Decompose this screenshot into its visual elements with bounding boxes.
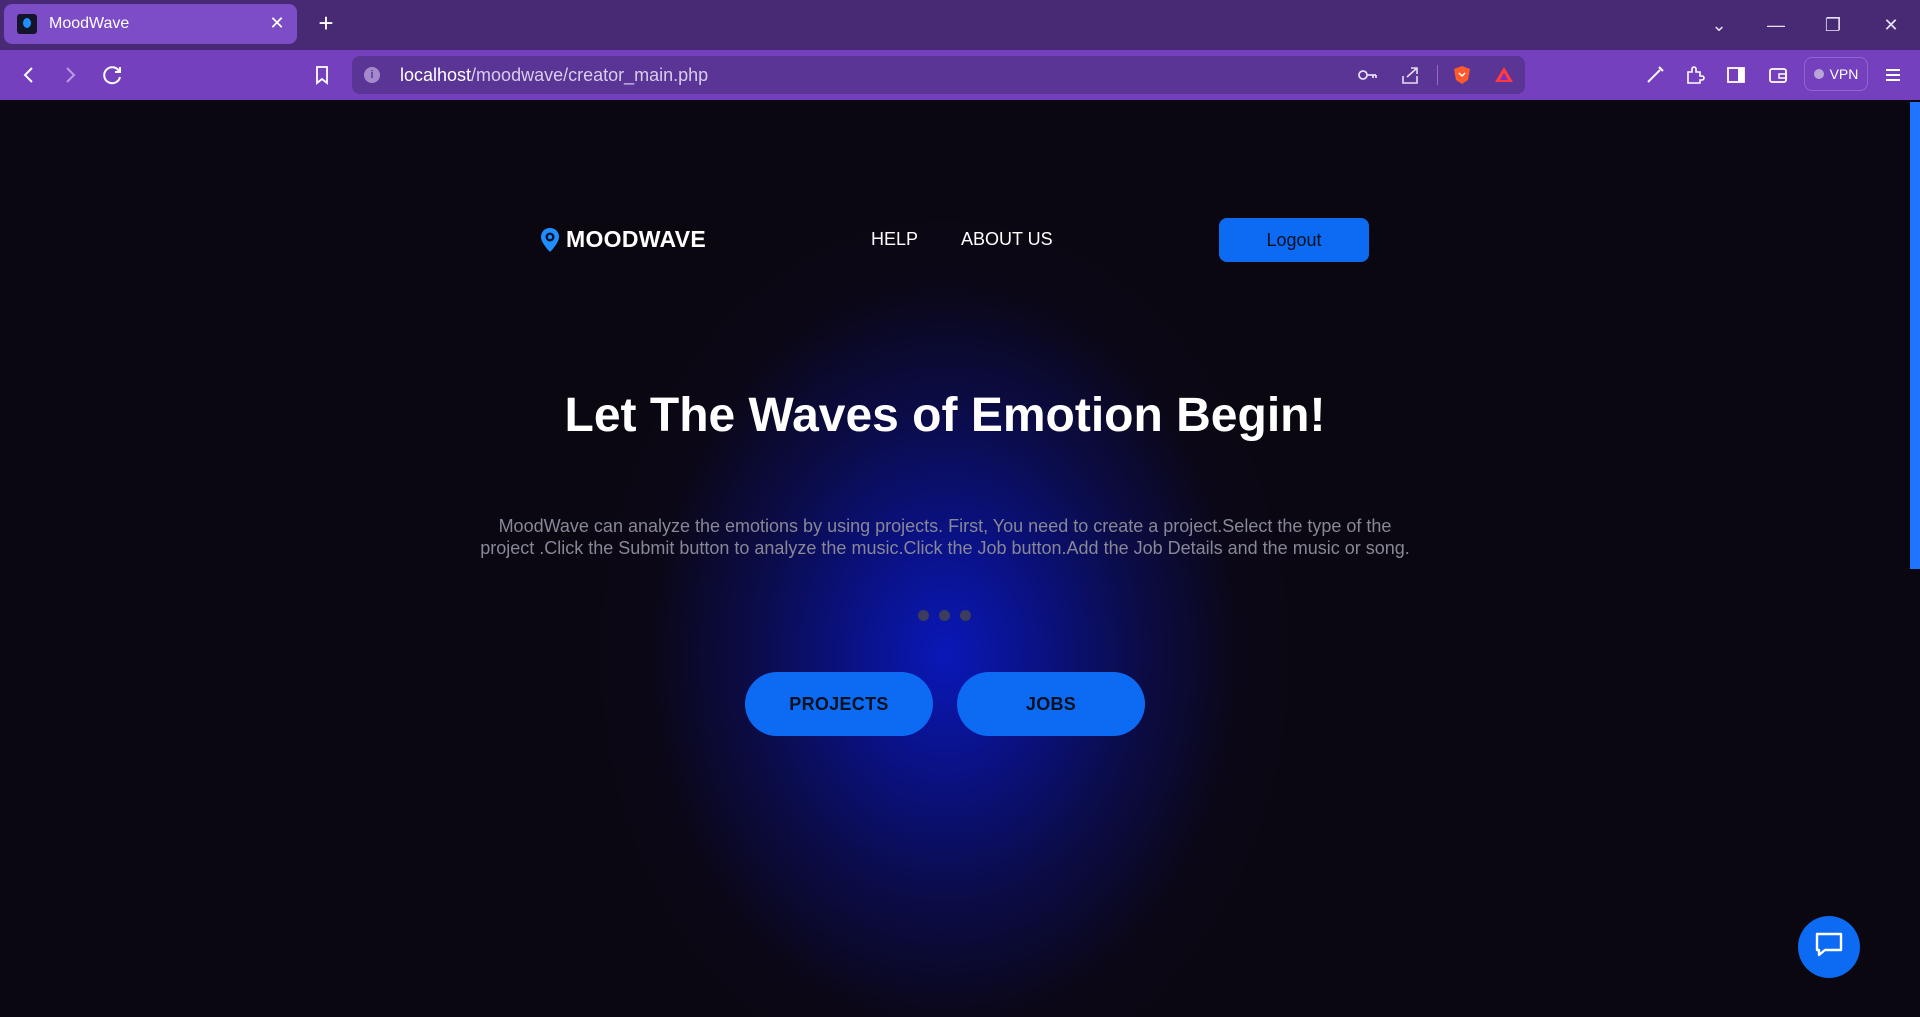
jobs-button[interactable]: JOBS: [957, 672, 1145, 736]
back-icon[interactable]: [14, 60, 44, 90]
brave-rewards-icon[interactable]: [1493, 64, 1515, 86]
restore-icon[interactable]: ❐: [1818, 10, 1848, 40]
carousel-dots: [918, 610, 971, 621]
url-path: /moodwave/creator_main.php: [471, 65, 709, 85]
scrollbar-thumb[interactable]: [1910, 102, 1920, 569]
url-text[interactable]: localhost/moodwave/creator_main.php: [400, 65, 708, 86]
hero-description: MoodWave can analyze the emotions by usi…: [480, 516, 1410, 558]
chat-button[interactable]: [1798, 916, 1860, 978]
brave-shields-icon[interactable]: [1451, 64, 1473, 86]
vpn-label: VPN: [1829, 66, 1859, 82]
bookmark-icon[interactable]: [307, 60, 337, 90]
tab-bar: MoodWave ✕ + ⌄ — ❐ ✕: [0, 0, 1920, 50]
page-content: MOODWAVE HELP ABOUT US Logout Let The Wa…: [0, 100, 1920, 1017]
nav-help-link[interactable]: HELP: [871, 229, 918, 250]
vpn-status-icon: [1813, 69, 1824, 79]
hero-title: Let The Waves of Emotion Begin!: [564, 389, 1326, 442]
wand-icon[interactable]: [1640, 60, 1670, 90]
address-bar[interactable]: i localhost/moodwave/creator_main.php: [352, 56, 1525, 94]
url-host: localhost: [400, 65, 472, 85]
forward-icon[interactable]: [55, 60, 85, 90]
location-pin-icon: [540, 227, 560, 253]
menu-icon[interactable]: [1878, 60, 1908, 90]
sidebar-icon[interactable]: [1721, 60, 1751, 90]
minimize-icon[interactable]: —: [1761, 10, 1791, 40]
carousel-dot[interactable]: [939, 610, 950, 621]
moodwave-favicon-icon: [17, 14, 37, 34]
logout-button[interactable]: Logout: [1219, 218, 1369, 262]
tab-title: MoodWave: [49, 15, 130, 32]
key-icon[interactable]: [1356, 64, 1378, 86]
brand-logo[interactable]: MOODWAVE: [540, 226, 706, 253]
info-icon[interactable]: i: [364, 67, 380, 83]
projects-button[interactable]: PROJECTS: [745, 672, 933, 736]
chat-icon: [1814, 931, 1844, 964]
new-tab-icon[interactable]: +: [313, 10, 339, 36]
brand-name: MOODWAVE: [566, 226, 706, 252]
extensions-icon[interactable]: [1680, 60, 1710, 90]
tab-close-icon[interactable]: ✕: [267, 13, 287, 33]
url-separator: [1437, 65, 1438, 85]
reload-icon[interactable]: [98, 60, 128, 90]
carousel-dot[interactable]: [960, 610, 971, 621]
tab-search-chevron-icon[interactable]: ⌄: [1704, 10, 1734, 40]
carousel-dot[interactable]: [918, 610, 929, 621]
close-window-icon[interactable]: ✕: [1876, 10, 1906, 40]
nav-about-link[interactable]: ABOUT US: [961, 229, 1053, 250]
tab-moodwave[interactable]: MoodWave ✕: [4, 4, 297, 44]
vpn-button[interactable]: VPN: [1804, 57, 1868, 91]
share-icon[interactable]: [1399, 64, 1421, 86]
wallet-icon[interactable]: [1763, 60, 1793, 90]
